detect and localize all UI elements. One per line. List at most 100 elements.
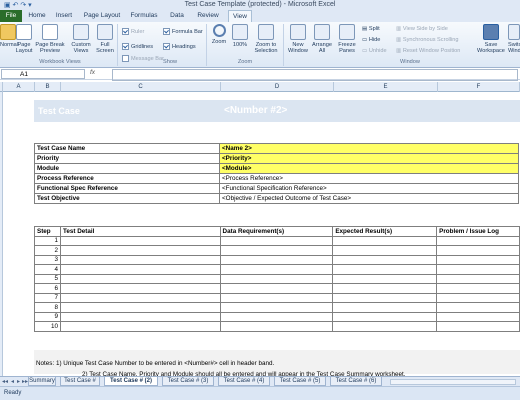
switch-windows-button[interactable]: Switch Windows — [508, 24, 520, 54]
data-requirement-cell[interactable] — [219, 273, 334, 284]
problem-log-cell[interactable] — [436, 292, 520, 303]
test-detail-cell[interactable] — [59, 235, 221, 246]
test-detail-cell[interactable] — [59, 302, 221, 313]
fx-icon[interactable]: fx — [90, 69, 95, 76]
zoom-to-selection-button[interactable]: Zoom to Selection — [252, 24, 280, 54]
page-layout-view-button[interactable]: Page Layout — [15, 24, 33, 54]
tab-formulas[interactable]: Formulas — [128, 10, 160, 22]
test-detail-cell[interactable] — [59, 273, 221, 284]
column-header-f[interactable]: F — [438, 82, 520, 92]
expected-result-cell[interactable] — [332, 254, 438, 265]
reset-window-position-button[interactable]: ▥ Reset Window Position — [396, 48, 460, 55]
ruler-checkbox[interactable]: Ruler — [122, 28, 144, 36]
info-value-name[interactable]: <Name 2> — [219, 143, 519, 154]
data-requirement-cell[interactable] — [219, 245, 334, 256]
formula-input[interactable] — [112, 69, 518, 81]
info-value-priority[interactable]: <Priority> — [219, 153, 519, 164]
tab-file[interactable]: File — [0, 10, 22, 22]
full-screen-button[interactable]: Full Screen — [95, 24, 115, 54]
data-requirement-cell[interactable] — [219, 264, 334, 275]
data-requirement-cell[interactable] — [219, 311, 334, 322]
view-side-by-side-button[interactable]: ▥ View Side by Side — [396, 26, 448, 33]
expected-result-cell[interactable] — [332, 283, 438, 294]
zoom-100-button[interactable]: 100% — [231, 24, 249, 48]
zoom-button[interactable]: Zoom — [210, 24, 228, 45]
synchronous-scrolling-button[interactable]: ▥ Synchronous Scrolling — [396, 37, 459, 44]
custom-views-button[interactable]: Custom Views — [69, 24, 93, 54]
test-detail-cell[interactable] — [59, 245, 221, 256]
test-detail-cell[interactable] — [59, 264, 221, 275]
tab-home[interactable]: Home — [26, 10, 48, 22]
expected-result-cell[interactable] — [332, 235, 438, 246]
page-break-preview-button[interactable]: Page Break Preview — [35, 24, 65, 54]
info-value-module[interactable]: <Module> — [219, 163, 519, 174]
data-requirement-cell[interactable] — [219, 302, 334, 313]
sheet-tab-test-case-6[interactable]: Test Case # (6) — [330, 377, 382, 386]
sheet-tab-summary[interactable]: Summary — [28, 377, 56, 386]
normal-view-button[interactable]: Normal — [0, 24, 18, 48]
headings-checkbox[interactable]: Headings — [163, 43, 196, 51]
column-header-c[interactable]: C — [61, 82, 221, 92]
data-requirement-cell[interactable] — [219, 235, 334, 246]
header-band-title[interactable]: Test Case — [38, 106, 80, 116]
sheet-nav-first-icon[interactable]: ◂◂ — [2, 378, 8, 385]
save-workspace-button[interactable]: Save Workspace — [476, 24, 506, 54]
column-header-a[interactable]: A — [3, 82, 35, 92]
column-header-b[interactable]: B — [35, 82, 61, 92]
problem-log-cell[interactable] — [436, 273, 520, 284]
info-value-objective[interactable]: <Objective / Expected Outcome of Test Ca… — [219, 193, 519, 204]
test-detail-cell[interactable] — [59, 321, 221, 332]
header-band-number[interactable]: <Number #2> — [224, 105, 287, 116]
tab-insert[interactable]: Insert — [52, 10, 76, 22]
test-detail-cell[interactable] — [59, 283, 221, 294]
sheet-tab-test-case[interactable]: Test Case # — [60, 377, 100, 386]
row-headers[interactable] — [0, 92, 3, 377]
expected-result-cell[interactable] — [332, 321, 438, 332]
sheet-nav-prev-icon[interactable]: ◂ — [11, 378, 14, 385]
data-requirement-cell[interactable] — [219, 292, 334, 303]
formula-bar-checkbox[interactable]: Formula Bar — [163, 28, 203, 36]
problem-log-cell[interactable] — [436, 283, 520, 294]
data-requirement-cell[interactable] — [219, 254, 334, 265]
info-value-functional-spec[interactable]: <Functional Specification Reference> — [219, 183, 519, 194]
problem-log-cell[interactable] — [436, 302, 520, 313]
column-header-e[interactable]: E — [334, 82, 438, 92]
tab-data[interactable]: Data — [166, 10, 188, 22]
info-value-process-reference[interactable]: <Process Reference> — [219, 173, 519, 184]
test-detail-cell[interactable] — [59, 254, 221, 265]
sheet-tab-test-case-5[interactable]: Test Case # (5) — [274, 377, 326, 386]
sheet-nav-next-icon[interactable]: ▸ — [17, 378, 20, 385]
test-detail-cell[interactable] — [59, 311, 221, 322]
expected-result-cell[interactable] — [332, 302, 438, 313]
name-box[interactable]: A1 — [1, 69, 85, 79]
arrange-all-button[interactable]: Arrange All — [311, 24, 333, 54]
split-button[interactable]: ▤ Split — [362, 26, 380, 33]
freeze-panes-button[interactable]: Freeze Panes — [334, 24, 360, 54]
tab-page-layout[interactable]: Page Layout — [82, 10, 122, 22]
expected-result-cell[interactable] — [332, 264, 438, 275]
problem-log-cell[interactable] — [436, 245, 520, 256]
expected-result-cell[interactable] — [332, 311, 438, 322]
sheet-tab-test-case-2[interactable]: Test Case # (2) — [104, 377, 158, 386]
expected-result-cell[interactable] — [332, 292, 438, 303]
unhide-button[interactable]: ▭ Unhide — [362, 48, 387, 55]
problem-log-cell[interactable] — [436, 321, 520, 332]
hide-icon: ▭ — [362, 37, 369, 43]
problem-log-cell[interactable] — [436, 254, 520, 265]
problem-log-cell[interactable] — [436, 235, 520, 246]
expected-result-cell[interactable] — [332, 245, 438, 256]
test-detail-cell[interactable] — [59, 292, 221, 303]
hide-button[interactable]: ▭ Hide — [362, 37, 380, 44]
problem-log-cell[interactable] — [436, 311, 520, 322]
new-window-button[interactable]: New Window — [286, 24, 310, 54]
gridlines-checkbox[interactable]: Gridlines — [122, 43, 153, 51]
horizontal-scrollbar[interactable] — [390, 379, 516, 385]
sheet-tab-test-case-4[interactable]: Test Case # (4) — [218, 377, 270, 386]
column-header-d[interactable]: D — [221, 82, 334, 92]
expected-result-cell[interactable] — [332, 273, 438, 284]
data-requirement-cell[interactable] — [219, 283, 334, 294]
tab-review[interactable]: Review — [194, 10, 222, 22]
sheet-tab-test-case-3[interactable]: Test Case # (3) — [162, 377, 214, 386]
data-requirement-cell[interactable] — [219, 321, 334, 332]
problem-log-cell[interactable] — [436, 264, 520, 275]
